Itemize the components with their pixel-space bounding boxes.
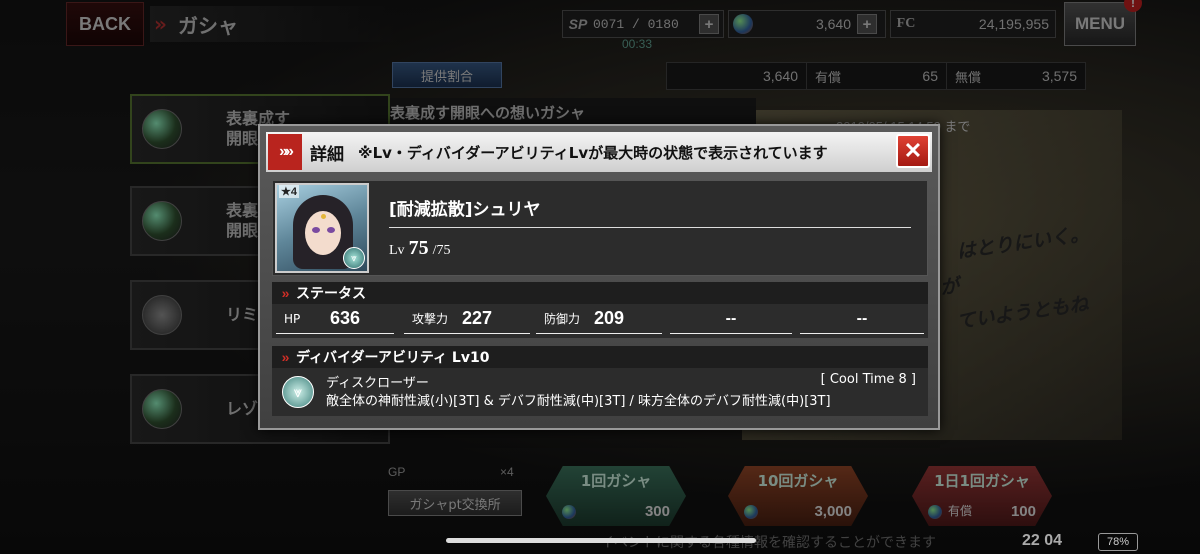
- divider: [389, 227, 911, 228]
- level-label: Lv: [389, 243, 405, 258]
- stat-empty-1: --: [670, 304, 792, 334]
- dialog-title: 詳細: [310, 145, 344, 165]
- level-row: Lv 75 /75: [389, 237, 450, 260]
- rarity-badge: ★4: [279, 185, 299, 198]
- ability-panel: ⩔ ディスクローザー [ Cool Time 8 ] 敵全体の神耐性減(小)[3…: [272, 368, 928, 416]
- stat-label: 防御力: [544, 312, 581, 326]
- class-icon: ⩔: [343, 247, 365, 269]
- dialog-header: »» 詳細 ※Lv・ディバイダーアビリティLvが最大時の状態で表示されています …: [266, 132, 932, 172]
- stat-label: HP: [284, 311, 301, 326]
- stat-hp: HP 636: [276, 304, 394, 334]
- status-header-text: ステータス: [296, 286, 366, 302]
- ability-description: 敵全体の神耐性減(小)[3T] & デバフ耐性減(中)[3T] / 味方全体のデ…: [326, 394, 831, 409]
- stat-label: 攻撃力: [412, 312, 449, 326]
- stat-attack: 攻撃力 227: [404, 304, 530, 334]
- ability-name: ディスクローザー: [326, 376, 429, 391]
- level-max: /75: [432, 243, 451, 258]
- close-button[interactable]: ✕: [896, 134, 930, 168]
- character-portrait: ★4 ⩔: [275, 183, 369, 273]
- ability-section-header: » ディバイダーアビリティ Lv10: [272, 346, 928, 368]
- character-panel: ★4 ⩔ [耐減拡散]シュリヤ Lv 75 /75: [272, 180, 928, 276]
- ability-icon: ⩔: [282, 376, 314, 408]
- stat-empty-2: --: [800, 304, 924, 334]
- stat-defense: 防御力 209: [536, 304, 662, 334]
- dialog-note: ※Lv・ディバイダーアビリティLvが最大時の状態で表示されています: [358, 144, 828, 162]
- ability-cooltime: [ Cool Time 8 ]: [820, 372, 916, 387]
- chevron-right-icon: »: [281, 285, 290, 301]
- detail-dialog: »» 詳細 ※Lv・ディバイダーアビリティLvが最大時の状態で表示されています …: [258, 124, 940, 430]
- home-indicator[interactable]: [446, 538, 756, 543]
- level-current: 75: [408, 237, 429, 259]
- character-name: [耐減拡散]シュリヤ: [389, 200, 541, 220]
- battery-indicator: 78%: [1098, 533, 1138, 551]
- status-panel: HP 636 攻撃力 227 防御力 209 -- --: [272, 304, 928, 338]
- chevron-right-icon: »»: [268, 134, 302, 170]
- stat-value: 227: [462, 308, 493, 328]
- status-section-header: » ステータス: [272, 282, 928, 304]
- ability-header-text: ディバイダーアビリティ Lv10: [296, 350, 490, 366]
- stat-value: 636: [330, 308, 361, 328]
- chevron-right-icon: »: [281, 349, 290, 365]
- stat-value: 209: [594, 308, 625, 328]
- status-clock: 22 04: [1022, 532, 1063, 549]
